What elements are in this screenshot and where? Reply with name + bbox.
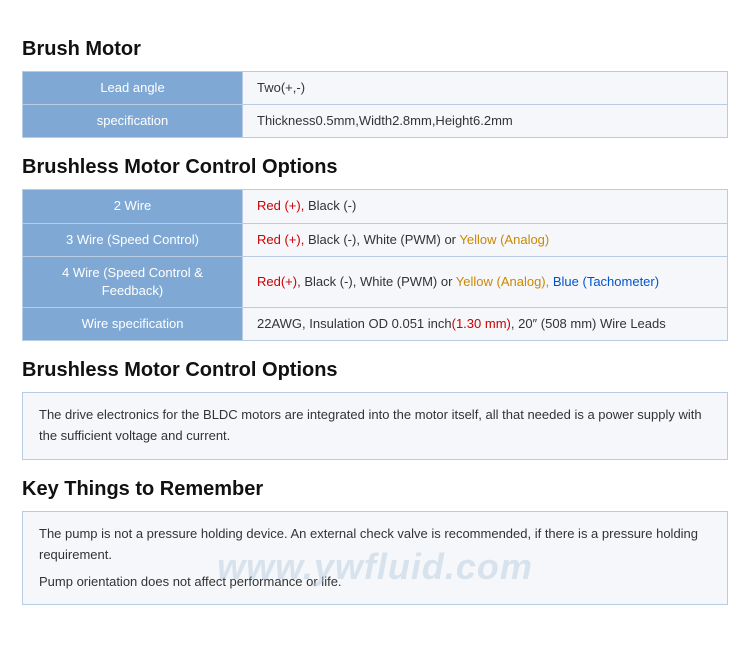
key-things-line1: The pump is not a pressure holding devic… [39,524,711,566]
specification-label: specification [23,105,243,138]
white-text: White (PWM) or [360,274,456,289]
2wire-value: Red (+), Black (-) [243,190,728,223]
3wire-label: 3 Wire (Speed Control) [23,223,243,256]
brushless-description-box: The drive electronics for the BLDC motor… [22,392,728,460]
key-things-line2: Pump orientation does not affect perform… [39,572,711,593]
brushless-description-text: The drive electronics for the BLDC motor… [39,407,702,443]
black-text: Black (-), [304,274,360,289]
brush-motor-table: Lead angle Two(+,-) specification Thickn… [22,71,728,138]
yellow-text: Yellow (Analog), [456,274,553,289]
wire-spec-text2: (1.30 mm) [452,316,511,331]
wire-spec-value: 22AWG, Insulation OD 0.051 inch(1.30 mm)… [243,308,728,341]
black-text: Black (-), [308,232,364,247]
table-row: Lead angle Two(+,-) [23,72,728,105]
lead-angle-label: Lead angle [23,72,243,105]
red-text: Red (+), [257,232,308,247]
wire-spec-label: Wire specification [23,308,243,341]
key-things-box: The pump is not a pressure holding devic… [22,511,728,605]
table-row: 3 Wire (Speed Control) Red (+), Black (-… [23,223,728,256]
lead-angle-value: Two(+,-) [243,72,728,105]
table-row: 4 Wire (Speed Control & Feedback) Red(+)… [23,256,728,307]
brushless-control-table: 2 Wire Red (+), Black (-) 3 Wire (Speed … [22,189,728,341]
white-text: White (PWM) or [364,232,460,247]
wire-spec-text3: , 20″ (508 mm) Wire Leads [511,316,666,331]
black-text: Black (-) [308,198,356,213]
red-text: Red(+), [257,274,304,289]
specification-value: Thickness0.5mm,Width2.8mm,Height6.2mm [243,105,728,138]
brush-motor-title: Brush Motor [22,38,728,61]
blue-text: Blue (Tachometer) [553,274,659,289]
brushless-desc-title: Brushless Motor Control Options [22,359,728,382]
table-row: Wire specification 22AWG, Insulation OD … [23,308,728,341]
table-row: 2 Wire Red (+), Black (-) [23,190,728,223]
yellow-text: Yellow (Analog) [459,232,549,247]
table-row: specification Thickness0.5mm,Width2.8mm,… [23,105,728,138]
4wire-value: Red(+), Black (-), White (PWM) or Yellow… [243,256,728,307]
brushless-control-title: Brushless Motor Control Options [22,156,728,179]
key-things-title: Key Things to Remember [22,478,728,501]
red-text: Red (+), [257,198,308,213]
2wire-label: 2 Wire [23,190,243,223]
wire-spec-text1: 22AWG, Insulation OD 0.051 inch [257,316,452,331]
4wire-label: 4 Wire (Speed Control & Feedback) [23,256,243,307]
3wire-value: Red (+), Black (-), White (PWM) or Yello… [243,223,728,256]
